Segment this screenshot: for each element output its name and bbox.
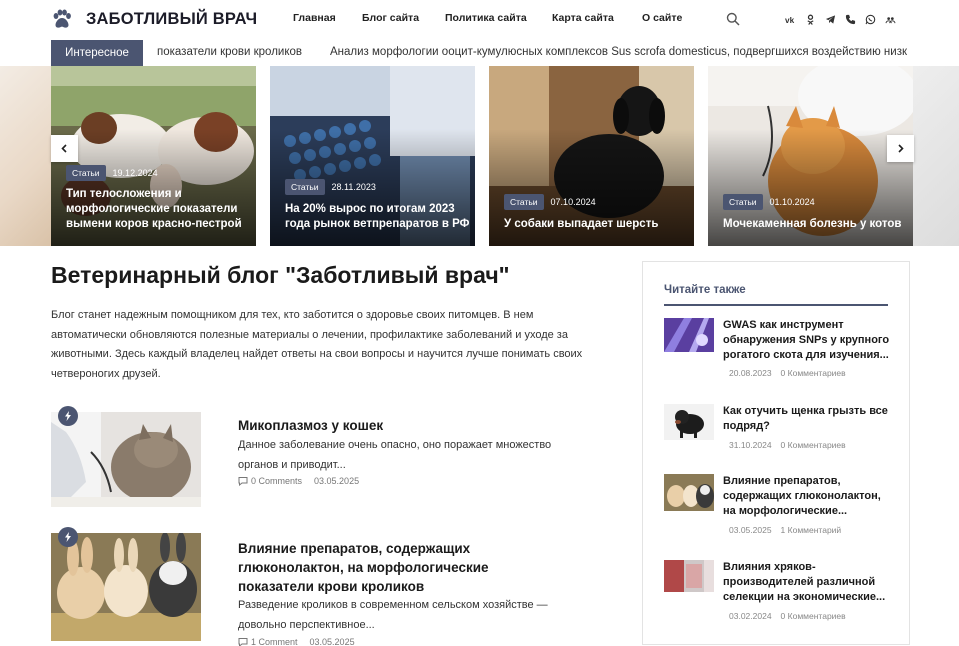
post-comments[interactable]: 0 Comments <box>251 476 302 486</box>
post-excerpt: Данное заболевание очень опасно, оно пор… <box>238 439 552 471</box>
ticker-label: Интересное <box>51 40 143 66</box>
featured-slider: Статьи 19.12.2024 Тип телосложения и мор… <box>0 66 959 246</box>
slide-card[interactable]: Статьи 19.12.2024 Тип телосложения и мор… <box>51 66 256 246</box>
bolt-icon <box>65 532 71 542</box>
nav-item-sitemap[interactable]: Карта сайта <box>552 12 614 24</box>
slide-date: 07.10.2024 <box>550 197 596 207</box>
sidebar-read-also: Читайте также GWAS как инструмент обнару… <box>642 261 910 645</box>
sidebar-heading: Читайте также <box>664 284 746 296</box>
bolt-icon <box>65 411 71 421</box>
nav-item-home[interactable]: Главная <box>293 12 336 24</box>
chevron-right-icon <box>898 144 904 153</box>
category-badge[interactable]: Статьи <box>504 194 544 210</box>
sidebar-item-comments[interactable]: 0 Комментариев <box>781 440 846 450</box>
paw-icon <box>53 9 71 28</box>
phone-icon[interactable] <box>844 13 856 25</box>
post-image <box>51 533 201 641</box>
sidebar-thumbnail[interactable] <box>664 560 714 592</box>
sidebar-item-comments[interactable]: 0 Комментариев <box>781 611 846 621</box>
news-ticker: Интересное показатели крови кроликов Анал… <box>0 40 959 66</box>
post-meta: 1 Comment 03.05.2025 <box>238 637 355 646</box>
comment-icon <box>238 638 248 646</box>
sidebar-item-comments[interactable]: 0 Комментариев <box>781 368 846 378</box>
sidebar-item-date: 31.10.2024 <box>729 440 772 450</box>
slide-card[interactable]: Статьи 07.10.2024 У собаки выпадает шерс… <box>489 66 694 246</box>
slide-date: 28.11.2023 <box>331 182 376 192</box>
sidebar-item-date: 03.05.2025 <box>729 525 772 535</box>
sidebar-item-title[interactable]: GWAS как инструмент обнаружения SNPs у к… <box>723 318 893 363</box>
sidebar-item-meta: 03.02.2024 0 Комментариев <box>729 611 846 621</box>
slide-date: 01.10.2024 <box>769 197 815 207</box>
comment-icon <box>238 477 248 486</box>
sidebar-item-title[interactable]: Влияние препаратов, содержащих глюконола… <box>723 474 893 519</box>
sidebar-item-date: 20.08.2023 <box>729 368 772 378</box>
category-badge[interactable]: Статьи <box>66 165 106 181</box>
sidebar-item-meta: 20.08.2023 0 Комментариев <box>729 368 846 378</box>
post-comments[interactable]: 1 Comment <box>251 637 298 646</box>
site-header: ЗАБОТЛИВЫЙ ВРАЧ Главная Блог сайта Полит… <box>0 0 959 40</box>
nav-item-policy[interactable]: Политика сайта <box>445 12 527 24</box>
ticker-item[interactable]: Анализ морфологии ооцит-кумулюсных компл… <box>330 46 907 58</box>
category-badge[interactable]: Статьи <box>285 179 325 195</box>
chevron-left-icon <box>61 144 67 153</box>
post-excerpt: Разведение кроликов в современном сельск… <box>238 599 548 631</box>
slide-card[interactable]: Статьи 28.11.2023 На 20% вырос по итогам… <box>270 66 475 246</box>
whatsapp-icon[interactable] <box>864 13 876 25</box>
slide-peek-left <box>0 66 51 246</box>
slide-peek-right <box>913 66 959 246</box>
slide-title[interactable]: Тип телосложения и морфологические показ… <box>66 187 251 232</box>
people-icon[interactable] <box>884 13 896 25</box>
sidebar-item-title[interactable]: Влияния хряков-производителей различной … <box>723 560 893 605</box>
sidebar-thumbnail[interactable] <box>664 474 714 511</box>
site-name: ЗАБОТЛИВЫЙ ВРАЧ <box>86 9 258 28</box>
sidebar-thumbnail[interactable] <box>664 404 714 440</box>
post-title[interactable]: Влияние препаратов, содержащих глюконола… <box>238 539 508 596</box>
slide-title[interactable]: Мочекаменная болезнь у котов <box>723 217 913 232</box>
slider-prev-button[interactable] <box>51 135 78 162</box>
nav-item-blog[interactable]: Блог сайта <box>362 12 419 24</box>
post-date: 03.05.2025 <box>309 637 355 646</box>
sidebar-item-meta: 31.10.2024 0 Комментариев <box>729 440 846 450</box>
sidebar-item-meta: 03.05.2025 1 Комментарий <box>729 525 841 535</box>
ticker-items: показатели крови кроликов Анализ морфолог… <box>157 46 917 58</box>
slide-card[interactable]: Статьи 01.10.2024 Мочекаменная болезнь у… <box>708 66 913 246</box>
telegram-icon[interactable] <box>824 13 836 25</box>
slider-next-button[interactable] <box>887 135 914 162</box>
post-image <box>51 412 201 507</box>
post-date: 03.05.2025 <box>314 476 360 486</box>
sidebar-thumbnail[interactable] <box>664 318 714 352</box>
post-thumbnail[interactable] <box>51 533 201 641</box>
ticker-item[interactable]: показатели крови кроликов <box>157 46 302 58</box>
post-title[interactable]: Микоплазмоз у кошек <box>238 416 618 435</box>
vk-icon[interactable]: vk <box>784 13 796 25</box>
category-badge[interactable]: Статьи <box>723 194 763 210</box>
slide-title[interactable]: На 20% вырос по итогам 2023 года рынок в… <box>285 202 470 232</box>
post-format-icon <box>58 406 78 426</box>
post-thumbnail[interactable] <box>51 412 201 507</box>
slide-date: 19.12.2024 <box>112 168 158 178</box>
sidebar-item-comments[interactable]: 1 Комментарий <box>781 525 842 535</box>
site-logo[interactable]: ЗАБОТЛИВЫЙ ВРАЧ <box>50 7 257 31</box>
post-format-icon <box>58 527 78 547</box>
sidebar-heading-underline <box>664 304 888 306</box>
sidebar-item-title[interactable]: Как отучить щенка грызть все подряд? <box>723 404 893 434</box>
slide-title[interactable]: У собаки выпадает шерсть <box>504 217 689 232</box>
odnoklassniki-icon[interactable] <box>804 13 816 25</box>
intro-text: Блог станет надежным помощником для тех,… <box>51 309 583 380</box>
nav-item-about[interactable]: О сайте <box>642 12 682 24</box>
svg-text:vk: vk <box>785 16 795 25</box>
page-title: Ветеринарный блог "Заботливый врач" <box>51 262 510 288</box>
sidebar-item-date: 03.02.2024 <box>729 611 772 621</box>
search-icon[interactable] <box>726 12 740 26</box>
post-meta: 0 Comments 03.05.2025 <box>238 476 359 486</box>
